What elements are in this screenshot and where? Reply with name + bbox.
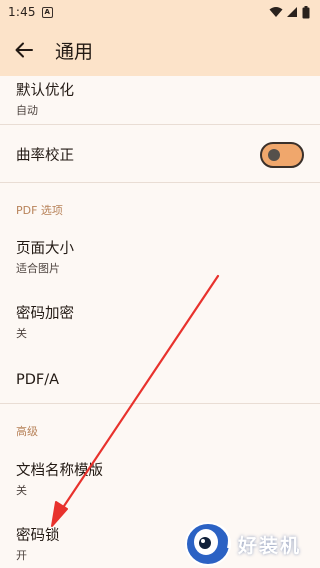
back-button[interactable] [11,37,37,63]
setting-subtitle: 自动 [16,104,38,117]
divider [0,403,320,404]
divider [0,124,320,125]
setting-password-encrypt[interactable]: 密码加密 关 [0,304,320,341]
setting-pdfa[interactable]: PDF/A [0,370,320,390]
divider [0,182,320,183]
setting-default-optimize[interactable]: 默认优化 自动 [0,81,320,118]
wifi-icon [269,7,283,17]
status-icons [269,5,310,19]
page-title: 通用 [55,40,94,63]
setting-subtitle: 适合图片 [16,262,60,275]
app-bar: 通用 [0,24,320,76]
toggle-knob [268,149,280,161]
watermark-logo: 好装机 [184,518,320,568]
setting-doc-name-template[interactable]: 文档名称模版 关 [0,461,320,498]
mascot-icon [185,522,231,566]
setting-page-size[interactable]: 页面大小 适合图片 [0,239,320,276]
notification-badge-icon: A [41,6,53,18]
arrow-left-icon [15,42,33,58]
section-header-pdf-options: PDF 选项 [16,204,63,217]
section-header-advanced: 高级 [16,425,38,438]
setting-subtitle: 关 [16,327,27,340]
curve-correction-toggle[interactable] [260,142,304,168]
status-bar: 1:45 A [0,0,320,24]
battery-icon [302,5,310,18]
setting-title: 默认优化 [16,83,74,99]
signal-icon [287,7,297,17]
setting-title: PDF/A [16,372,60,388]
setting-title: 密码加密 [16,306,74,322]
settings-list: 默认优化 自动 曲率校正 PDF 选项 页面大小 适合图片 密码加密 关 PDF… [0,76,320,568]
status-time: 1:45 [8,5,36,19]
setting-title: 文档名称模版 [16,463,103,479]
setting-title: 页面大小 [16,241,74,257]
setting-subtitle: 关 [16,484,27,497]
watermark-text: 好装机 [238,535,302,557]
